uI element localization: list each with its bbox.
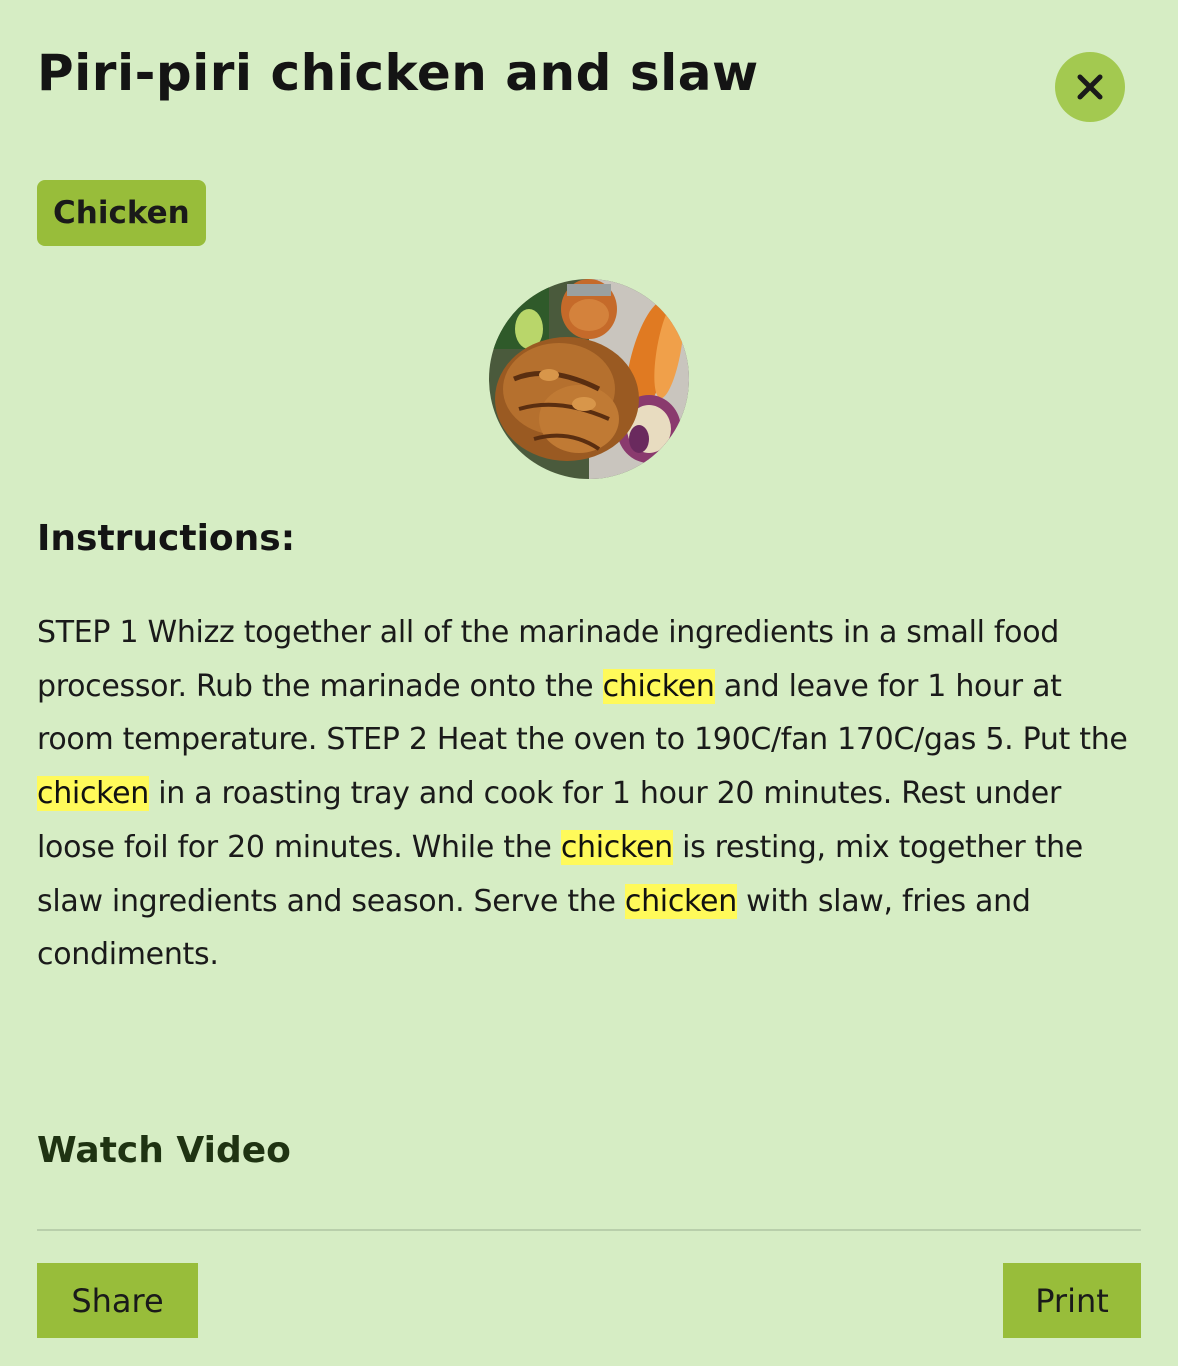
dish-photo [489,279,689,479]
recipe-modal: Piri-piri chicken and slaw Chicken Instr… [0,0,1178,1366]
print-button[interactable]: Print [1003,1263,1141,1338]
search-highlight: chicken [624,883,737,919]
category-tag[interactable]: Chicken [37,180,206,246]
recipe-title: Piri-piri chicken and slaw [37,44,759,102]
footer-divider [37,1229,1141,1231]
instructions-heading: Instructions: [37,518,296,559]
close-button[interactable] [1055,52,1125,122]
search-highlight: chicken [37,776,150,812]
search-highlight: chicken [602,668,715,704]
recipe-image [489,279,689,479]
share-button[interactable]: Share [37,1263,198,1338]
watch-video-link[interactable]: Watch Video [37,1130,291,1171]
search-highlight: chicken [560,829,673,865]
close-icon [1077,74,1103,100]
instructions-text: STEP 1 Whizz together all of the marinad… [37,615,1128,973]
